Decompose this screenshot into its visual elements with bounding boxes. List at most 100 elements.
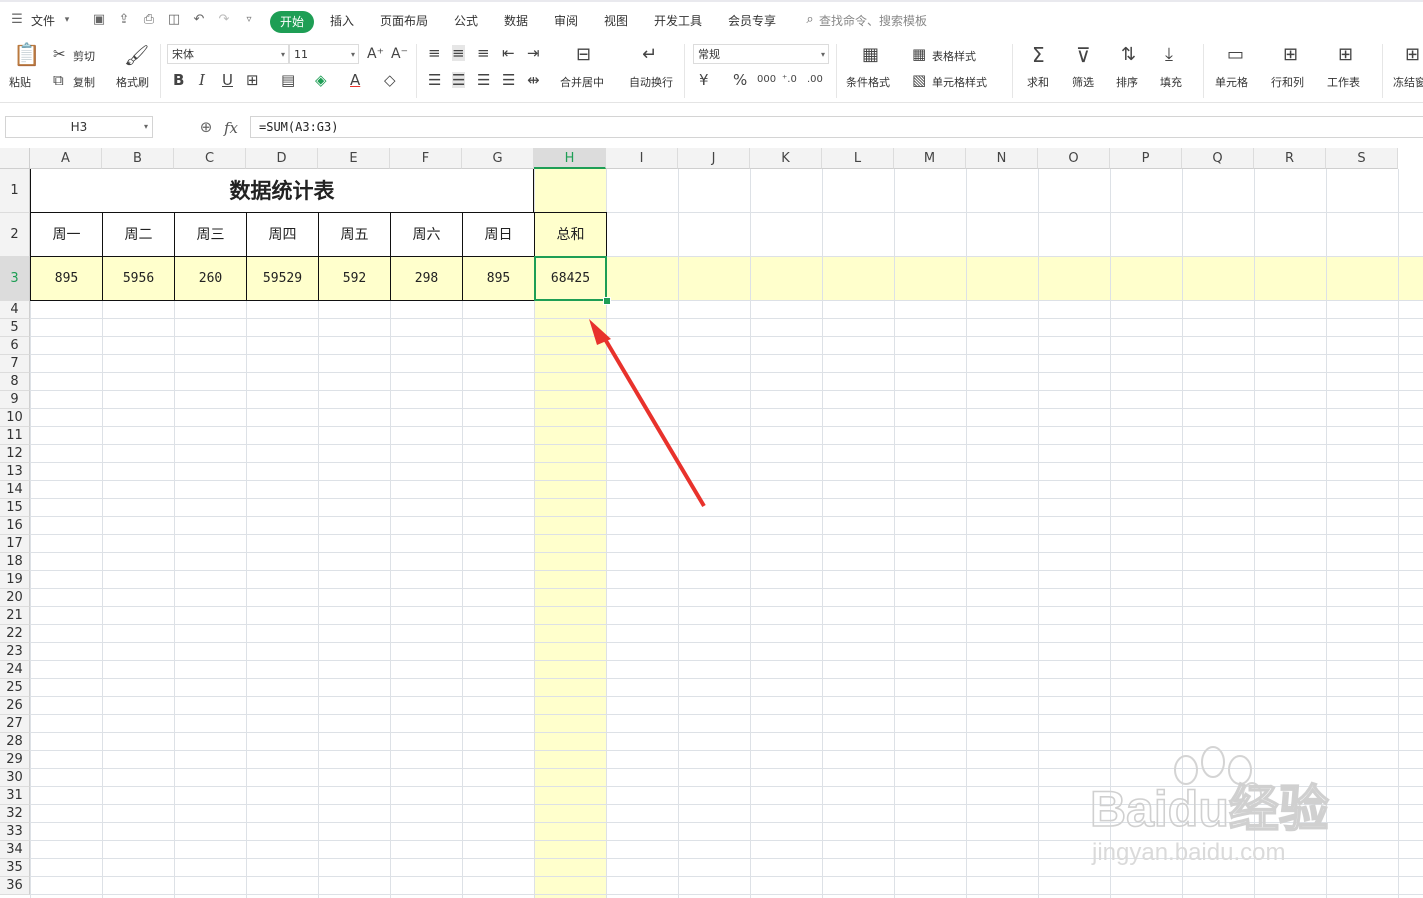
freeze-icon[interactable]: ⊞ [1405, 44, 1420, 66]
header-cell[interactable]: 周一 [30, 212, 103, 257]
column-header-s[interactable]: S [1326, 148, 1398, 169]
column-header-m[interactable]: M [894, 148, 966, 169]
rows-cols-button[interactable]: 行和列 [1271, 74, 1304, 90]
formula-input[interactable]: =SUM(A3:G3) [250, 116, 1423, 138]
undo-icon[interactable]: ↶ [192, 13, 206, 27]
table-style-button[interactable]: 表格样式 [932, 48, 976, 64]
column-header-i[interactable]: I [606, 148, 678, 169]
value-cell[interactable]: 895 [462, 256, 535, 301]
column-header-l[interactable]: L [822, 148, 894, 169]
row-header-24[interactable]: 24 [0, 661, 30, 679]
align-right-icon[interactable]: ☰ [477, 72, 490, 88]
sum-button[interactable]: 求和 [1027, 74, 1049, 90]
copy-button[interactable]: 复制 [73, 74, 95, 90]
fill-color-icon[interactable]: ◈ [315, 72, 327, 88]
column-header-b[interactable]: B [102, 148, 174, 169]
tab-data[interactable]: 数据 [504, 12, 528, 29]
row-header-25[interactable]: 25 [0, 679, 30, 697]
row-header-11[interactable]: 11 [0, 427, 30, 445]
tab-home[interactable]: 开始 [270, 11, 314, 33]
print-icon[interactable]: ⎙ [142, 13, 156, 27]
increase-font-icon[interactable]: A⁺ [367, 46, 384, 62]
thousands-icon[interactable]: 000 [757, 72, 776, 88]
underline-icon[interactable]: U [222, 72, 233, 88]
header-cell[interactable]: 周三 [174, 212, 247, 257]
row-header-27[interactable]: 27 [0, 715, 30, 733]
row-header-3[interactable]: 3 [0, 257, 30, 301]
header-cell[interactable]: 周二 [102, 212, 175, 257]
worksheet-button[interactable]: 工作表 [1327, 74, 1360, 90]
row-header-19[interactable]: 19 [0, 571, 30, 589]
column-header-r[interactable]: R [1254, 148, 1326, 169]
decrease-indent-icon[interactable]: ⇤ [502, 45, 515, 61]
save-icon[interactable]: ▣ [92, 13, 106, 27]
row-header-7[interactable]: 7 [0, 355, 30, 373]
redo-icon[interactable]: ↷ [217, 13, 231, 27]
row-header-9[interactable]: 9 [0, 391, 30, 409]
column-header-n[interactable]: N [966, 148, 1038, 169]
value-cell[interactable]: 895 [30, 256, 103, 301]
tab-formulas[interactable]: 公式 [454, 12, 478, 29]
row-header-28[interactable]: 28 [0, 733, 30, 751]
align-bottom-icon[interactable]: ≡ [477, 45, 490, 61]
row-header-31[interactable]: 31 [0, 787, 30, 805]
row-header-4[interactable]: 4 [0, 301, 30, 319]
clear-format-icon[interactable]: ◇ [384, 72, 396, 88]
column-header-e[interactable]: E [318, 148, 390, 169]
row-header-35[interactable]: 35 [0, 859, 30, 877]
value-cell[interactable]: 592 [318, 256, 391, 301]
distribute-icon[interactable]: ⇹ [527, 72, 540, 88]
row-header-20[interactable]: 20 [0, 589, 30, 607]
row-header-33[interactable]: 33 [0, 823, 30, 841]
format-painter-icon[interactable]: 🖌 [124, 43, 149, 67]
tab-page-layout[interactable]: 页面布局 [380, 12, 428, 29]
paste-icon[interactable]: 📋 [13, 44, 40, 68]
increase-decimal-icon[interactable]: ⁺.0 [782, 72, 797, 88]
tab-developer[interactable]: 开发工具 [654, 12, 702, 29]
cell-style-icon[interactable]: ▧ [912, 72, 926, 88]
align-center-icon[interactable]: ☰ [452, 72, 466, 88]
tab-review[interactable]: 审阅 [554, 12, 578, 29]
selected-cell[interactable]: 68425 [534, 256, 607, 301]
sort-button[interactable]: 排序 [1116, 74, 1138, 90]
row-header-1[interactable]: 1 [0, 169, 30, 213]
tab-view[interactable]: 视图 [604, 12, 628, 29]
scissors-icon[interactable]: ✂ [53, 46, 66, 62]
align-top-icon[interactable]: ≡ [428, 45, 441, 61]
wrap-text-icon[interactable]: ↵ [642, 45, 657, 65]
wrap-text-button[interactable]: 自动换行 [629, 74, 673, 90]
column-header-d[interactable]: D [246, 148, 318, 169]
column-header-p[interactable]: P [1110, 148, 1182, 169]
column-header-f[interactable]: F [390, 148, 462, 169]
filter-icon[interactable]: ⊽ [1076, 44, 1091, 66]
font-color-icon[interactable]: A [350, 72, 360, 88]
column-header-o[interactable]: O [1038, 148, 1110, 169]
row-header-22[interactable]: 22 [0, 625, 30, 643]
conditional-format-button[interactable]: 条件格式 [846, 74, 890, 90]
merge-center-button[interactable]: 合并居中 [560, 74, 604, 90]
increase-indent-icon[interactable]: ⇥ [527, 45, 540, 61]
align-left-icon[interactable]: ☰ [428, 72, 441, 88]
column-header-q[interactable]: Q [1182, 148, 1254, 169]
column-header-h[interactable]: H [534, 148, 606, 169]
number-format-select[interactable]: 常规 ▾ [693, 44, 829, 64]
row-header-8[interactable]: 8 [0, 373, 30, 391]
command-search[interactable]: 查找命令、搜索模板 [819, 12, 927, 29]
decrease-decimal-icon[interactable]: .00 [807, 72, 823, 88]
row-header-18[interactable]: 18 [0, 553, 30, 571]
header-cell[interactable]: 周五 [318, 212, 391, 257]
row-header-21[interactable]: 21 [0, 607, 30, 625]
row-header-29[interactable]: 29 [0, 751, 30, 769]
rows-cols-icon[interactable]: ⊞ [1283, 44, 1298, 66]
row-header-23[interactable]: 23 [0, 643, 30, 661]
file-menu[interactable]: 文件 [31, 12, 55, 29]
column-header-k[interactable]: K [750, 148, 822, 169]
hamburger-icon[interactable]: ☰ [10, 13, 24, 27]
merge-center-icon[interactable]: ⊟ [576, 45, 591, 65]
sum-icon[interactable]: Σ [1032, 44, 1045, 66]
justify-icon[interactable]: ☰ [502, 72, 515, 88]
row-header-14[interactable]: 14 [0, 481, 30, 499]
font-name-select[interactable]: 宋体 ▾ [167, 44, 289, 64]
fill-handle[interactable] [603, 297, 611, 305]
cut-button[interactable]: 剪切 [73, 48, 95, 64]
